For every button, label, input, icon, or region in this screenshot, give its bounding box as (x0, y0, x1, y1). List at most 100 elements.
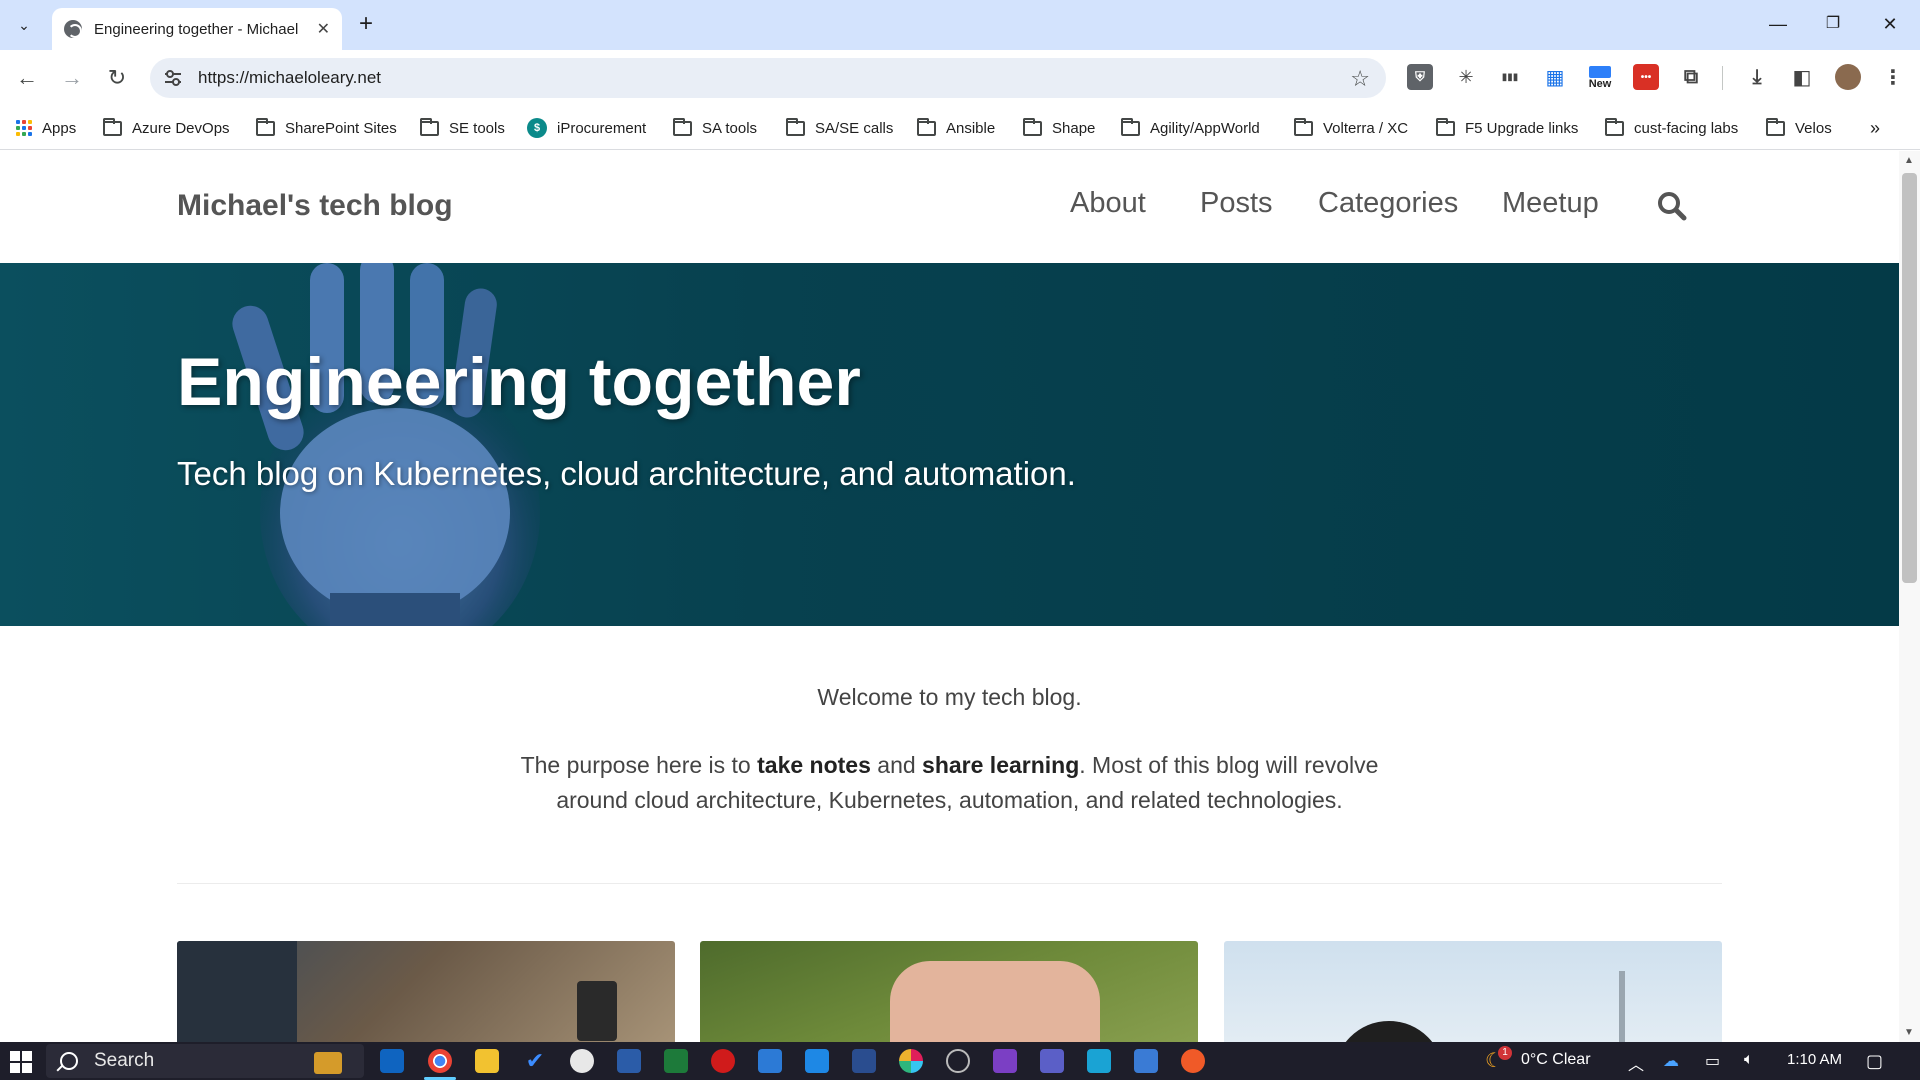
bookmarks-bar: Apps Azure DevOps SharePoint Sites SE to… (0, 106, 1920, 150)
post-card-image[interactable] (1224, 941, 1722, 1042)
folder-icon (1766, 117, 1785, 136)
folder-icon (420, 117, 439, 136)
bookmark-folder[interactable]: Agility/AppWorld (1121, 116, 1260, 140)
bookmark-folder[interactable]: cust-facing labs (1605, 116, 1738, 140)
chrome-icon[interactable] (428, 1049, 452, 1073)
scroll-up-arrow-icon[interactable]: ▲ (1904, 155, 1914, 166)
terminal-icon[interactable] (1134, 1049, 1158, 1073)
battery-icon[interactable]: ▭ (1705, 1051, 1720, 1071)
folder-icon (1436, 117, 1455, 136)
nav-categories[interactable]: Categories (1318, 187, 1458, 220)
excel-icon[interactable] (664, 1049, 688, 1073)
folder-icon (1121, 117, 1140, 136)
back-arrow-icon[interactable]: ← (12, 63, 42, 93)
bookmark-folder[interactable]: SA tools (673, 116, 757, 140)
toolbar-separator (1722, 66, 1723, 90)
post-card-image[interactable] (700, 941, 1198, 1042)
browser-tab-active[interactable]: Engineering together - Michael ✕ (52, 8, 342, 50)
vscode-icon[interactable] (805, 1049, 829, 1073)
site-title-link[interactable]: Michael's tech blog (177, 189, 453, 223)
bookmark-label: SE tools (449, 119, 505, 137)
teams-icon[interactable] (1040, 1049, 1064, 1073)
bookmark-folder[interactable]: Ansible (917, 116, 995, 140)
outlook-icon[interactable] (380, 1049, 404, 1073)
bookmark-folder[interactable]: F5 Upgrade links (1436, 116, 1578, 140)
extension-gear-icon[interactable]: ✳ (1453, 64, 1479, 90)
globe-favicon-icon (64, 20, 82, 38)
volume-icon[interactable]: 🔈︎ (1744, 1051, 1754, 1069)
forward-arrow-icon[interactable]: → (57, 63, 87, 93)
extension-grid-icon[interactable]: ▦ (1542, 64, 1568, 90)
side-panel-icon[interactable]: ◧ (1789, 64, 1815, 90)
extension-lastpass-icon[interactable]: ••• (1633, 64, 1659, 90)
bookmark-star-icon[interactable]: ☆ (1350, 66, 1370, 92)
folder-icon (1294, 117, 1313, 136)
extension-new-icon[interactable]: New (1587, 62, 1613, 94)
notifications-icon[interactable]: ▢ (1866, 1051, 1883, 1072)
tab-close-icon[interactable]: ✕ (317, 19, 330, 39)
welcome-text: Welcome to my tech blog. (817, 684, 1082, 710)
store-icon[interactable] (1087, 1049, 1111, 1073)
bookmark-folder[interactable]: Azure DevOps (103, 116, 230, 140)
nav-meetup[interactable]: Meetup (1502, 187, 1599, 220)
bookmark-folder[interactable]: SA/SE calls (786, 116, 893, 140)
scrollbar-thumb[interactable] (1902, 173, 1917, 583)
intro-text: and (870, 752, 923, 778)
tab-search-chevron-icon[interactable]: ⌄ (10, 11, 38, 39)
weather-badge: 1 (1498, 1046, 1512, 1060)
page-scrollbar[interactable]: ▲ ▼ (1899, 151, 1920, 1042)
site-header: Michael's tech blog About Posts Categori… (0, 151, 1899, 263)
clock-time[interactable]: 1:10 AM (1787, 1051, 1842, 1068)
site-settings-icon[interactable] (162, 67, 184, 89)
bookmark-label: Ansible (946, 119, 996, 137)
bookmark-folder[interactable]: Shape (1023, 116, 1095, 140)
acrobat-icon[interactable] (711, 1049, 735, 1073)
nav-posts[interactable]: Posts (1200, 187, 1273, 220)
weather-text[interactable]: 0°C Clear (1521, 1051, 1591, 1069)
network-tool-icon[interactable] (617, 1049, 641, 1073)
extensions-puzzle-icon[interactable]: ⧉ (1678, 64, 1704, 90)
nav-about[interactable]: About (1070, 187, 1146, 220)
downloads-icon[interactable]: ⤓ (1744, 64, 1770, 90)
tray-overflow-chevron-icon[interactable]: ︿ (1628, 1051, 1644, 1075)
minimize-window-icon[interactable]: — (1758, 10, 1798, 38)
remote-desktop-icon[interactable] (758, 1049, 782, 1073)
postman-icon[interactable] (1181, 1049, 1205, 1073)
restore-window-icon[interactable]: ❐ (1813, 10, 1853, 38)
extension-shield-icon[interactable]: ⛨ (1407, 64, 1433, 90)
file-explorer-icon[interactable] (475, 1049, 499, 1073)
reload-icon[interactable]: ↻ (102, 63, 132, 93)
browser-menu-icon[interactable]: ⋮ (1880, 64, 1906, 90)
bookmark-folder[interactable]: SharePoint Sites (256, 116, 397, 140)
profile-avatar[interactable] (1835, 64, 1861, 90)
bookmark-folder[interactable]: SE tools (420, 116, 505, 140)
windows-start-icon[interactable] (10, 1051, 32, 1073)
extension-new-label: New (1588, 78, 1612, 90)
intro-bold-text: share learning (922, 752, 1080, 778)
powershell-icon[interactable] (852, 1049, 876, 1073)
post-card-image[interactable] (177, 941, 675, 1042)
onenote-icon[interactable] (993, 1049, 1017, 1073)
windows-taskbar: Search ✔ ☾ 1 0°C Clear ︿ ☁ ▭ 🔈︎ 1:10 AM … (0, 1042, 1920, 1080)
extension-signal-icon[interactable]: ▮▮▮ (1497, 64, 1523, 90)
todo-check-icon[interactable]: ✔ (523, 1049, 547, 1073)
search-icon[interactable] (1657, 191, 1687, 221)
onedrive-icon[interactable]: ☁ (1663, 1051, 1679, 1071)
bookmark-link[interactable]: $ iProcurement (527, 116, 646, 140)
taskbar-search-box[interactable]: Search (46, 1044, 364, 1078)
bookmark-apps[interactable]: Apps (16, 116, 76, 140)
slack-icon[interactable] (899, 1049, 923, 1073)
bookmark-folder[interactable]: Volterra / XC (1294, 116, 1408, 140)
section-divider (177, 883, 1722, 884)
tor-icon[interactable] (946, 1049, 970, 1073)
scroll-down-arrow-icon[interactable]: ▼ (1904, 1027, 1914, 1038)
paint-icon[interactable] (570, 1049, 594, 1073)
bookmark-folder[interactable]: Velos (1766, 116, 1832, 140)
new-tab-plus-icon[interactable]: + (353, 12, 379, 38)
bookmarks-overflow-chevron-icon[interactable]: » (1870, 116, 1880, 140)
bookmark-label: Agility/AppWorld (1150, 119, 1260, 137)
address-bar[interactable]: https://michaeloleary.net ☆ (150, 58, 1386, 98)
close-window-icon[interactable]: ✕ (1870, 10, 1910, 38)
apps-grid-icon (16, 120, 32, 136)
robot-hand-image (232, 263, 540, 626)
